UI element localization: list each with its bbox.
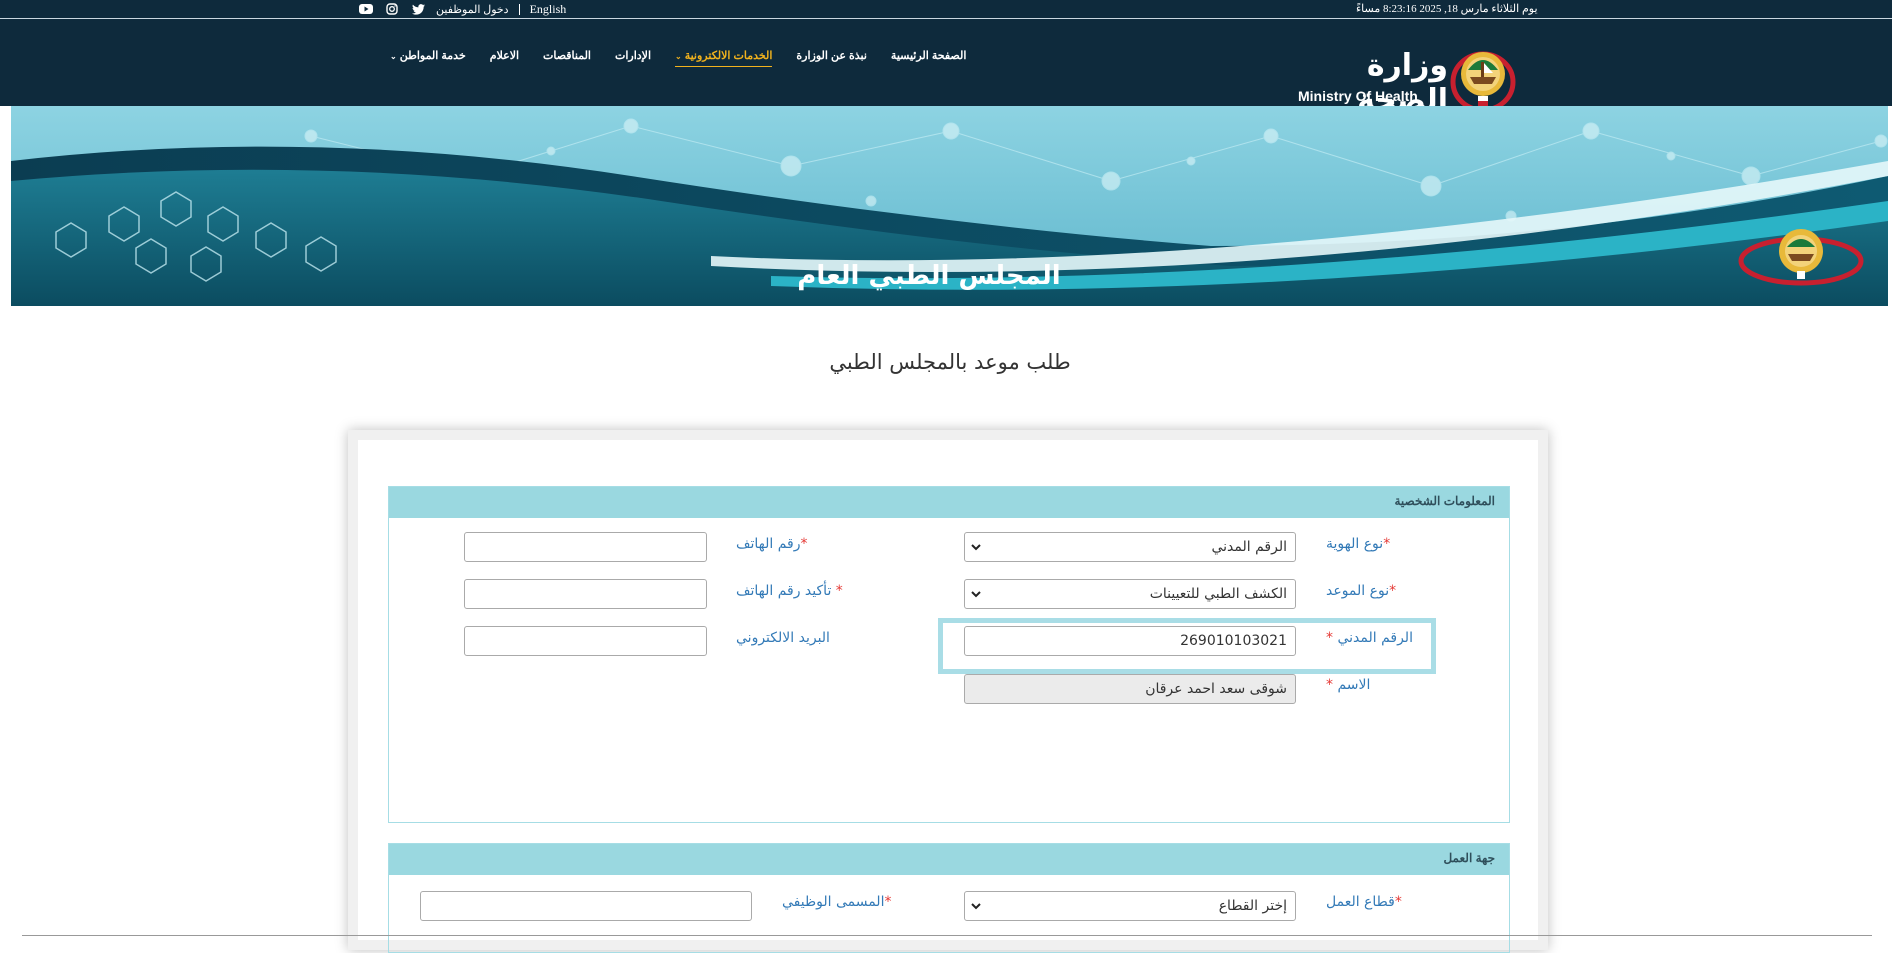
divider xyxy=(22,935,1872,936)
email-label: البريد الالكتروني xyxy=(736,630,830,646)
nav-label: الإدارات xyxy=(615,50,652,62)
label-text: نوع الهوية xyxy=(1326,536,1384,552)
twitter-icon[interactable] xyxy=(410,2,426,16)
sector-label: *قطاع العمل xyxy=(1326,894,1402,910)
phone-label: *رقم الهاتف xyxy=(736,536,807,552)
nav-label: خدمة المواطن xyxy=(399,50,466,62)
phone-confirm-input[interactable] xyxy=(464,579,707,609)
nav-tenders[interactable]: المناقصات xyxy=(531,49,603,62)
label-text: الرقم المدني xyxy=(1337,630,1413,646)
nav-label: الاعلام xyxy=(489,50,520,62)
select-value: الكشف الطبي للتعيينات xyxy=(1149,586,1287,602)
required-mark: * xyxy=(800,536,808,552)
chevron-down-icon xyxy=(971,903,981,910)
label-text: نوع الموعد xyxy=(1326,583,1390,599)
appointment-type-select[interactable]: الكشف الطبي للتعيينات xyxy=(964,579,1296,609)
label-text: رقم الهاتف xyxy=(736,536,801,552)
nav-about[interactable]: نبذة عن الوزارة xyxy=(784,49,879,62)
english-link[interactable]: English xyxy=(530,2,567,17)
input-value: شوقى سعد احمد عرقان xyxy=(1145,681,1287,697)
top-bar: دخول الموظفين English يوم الثلاثاء مارس … xyxy=(0,0,1892,18)
name-input: شوقى سعد احمد عرقان xyxy=(964,674,1296,704)
required-mark: * xyxy=(1394,894,1402,910)
nav-label: المناقصات xyxy=(543,50,591,62)
chevron-down-icon xyxy=(971,591,981,598)
hero-banner: المجلس الطبي العام xyxy=(11,106,1888,306)
nav-citizen-service[interactable]: خدمة المواطن⌄ xyxy=(378,49,478,62)
job-title-label: *المسمى الوظيفي xyxy=(782,894,891,910)
nav-home[interactable]: الصفحة الرئيسية xyxy=(879,49,978,62)
panel-title: جهة العمل xyxy=(1443,851,1495,865)
nav-label: نبذة عن الوزارة xyxy=(796,50,867,62)
top-links: دخول الموظفين English xyxy=(358,1,566,17)
nav-label: الخدمات الالكترونية xyxy=(684,50,773,62)
youtube-icon[interactable] xyxy=(358,2,374,16)
job-title-input[interactable] xyxy=(420,891,752,921)
employee-login-link[interactable]: دخول الموظفين xyxy=(436,3,509,16)
datetime: يوم الثلاثاء مارس 18, 2025 8:23:16 مساءً xyxy=(1356,3,1538,15)
main-nav: الصفحة الرئيسية نبذة عن الوزارة الخدمات … xyxy=(378,49,978,67)
id-type-label: *نوع الهوية xyxy=(1326,536,1390,552)
label-text: تأكيد رقم الهاتف xyxy=(736,583,832,599)
label-text: قطاع العمل xyxy=(1326,894,1395,910)
select-value: إختر القطاع xyxy=(1218,898,1287,914)
phone-input[interactable] xyxy=(464,532,707,562)
label-text: المسمى الوظيفي xyxy=(782,894,885,910)
instagram-icon[interactable] xyxy=(384,2,400,16)
sector-select[interactable]: إختر القطاع xyxy=(964,891,1296,921)
logo-english: Ministry Of Health xyxy=(1298,88,1418,104)
label-text: البريد الالكتروني xyxy=(736,630,830,646)
chevron-down-icon: ⌄ xyxy=(675,52,682,61)
nav-media[interactable]: الاعلام xyxy=(478,49,531,62)
nav-departments[interactable]: الإدارات xyxy=(603,49,663,62)
kuwait-emblem-icon xyxy=(1450,51,1516,112)
email-input[interactable] xyxy=(464,626,707,656)
panel-title: المعلومات الشخصية xyxy=(1394,494,1495,508)
panel-header: المعلومات الشخصية xyxy=(389,487,1509,518)
civil-id-input[interactable]: 269010103021 xyxy=(964,626,1296,656)
divider xyxy=(518,3,520,15)
required-mark: * xyxy=(1326,677,1333,693)
nav-eservices[interactable]: الخدمات الالكترونية⌄ xyxy=(663,49,784,67)
required-mark: * xyxy=(1326,630,1333,646)
phone-confirm-label: * تأكيد رقم الهاتف xyxy=(736,583,843,599)
select-value: الرقم المدني xyxy=(1211,539,1287,555)
chevron-down-icon: ⌄ xyxy=(390,52,397,61)
nav-label: الصفحة الرئيسية xyxy=(890,50,967,62)
appointment-type-label: *نوع الموعد xyxy=(1326,583,1396,599)
label-text: الاسم xyxy=(1337,677,1371,693)
required-mark: * xyxy=(884,894,892,910)
name-label: الاسم * xyxy=(1326,677,1370,693)
required-mark: * xyxy=(1389,583,1397,599)
input-value: 269010103021 xyxy=(1180,633,1287,649)
required-mark: * xyxy=(835,583,843,599)
civil-id-label: الرقم المدني * xyxy=(1326,630,1413,646)
page-title: طلب موعد بالمجلس الطبي xyxy=(829,350,1071,374)
panel-header: جهة العمل xyxy=(389,844,1509,875)
id-type-select[interactable]: الرقم المدني xyxy=(964,532,1296,562)
ministry-logo[interactable]: وزارة الصحة Ministry Of Health xyxy=(1296,46,1520,118)
required-mark: * xyxy=(1383,536,1391,552)
main-header: الصفحة الرئيسية نبذة عن الوزارة الخدمات … xyxy=(0,19,1892,118)
banner-title: المجلس الطبي العام xyxy=(797,261,1061,291)
chevron-down-icon xyxy=(971,544,981,551)
